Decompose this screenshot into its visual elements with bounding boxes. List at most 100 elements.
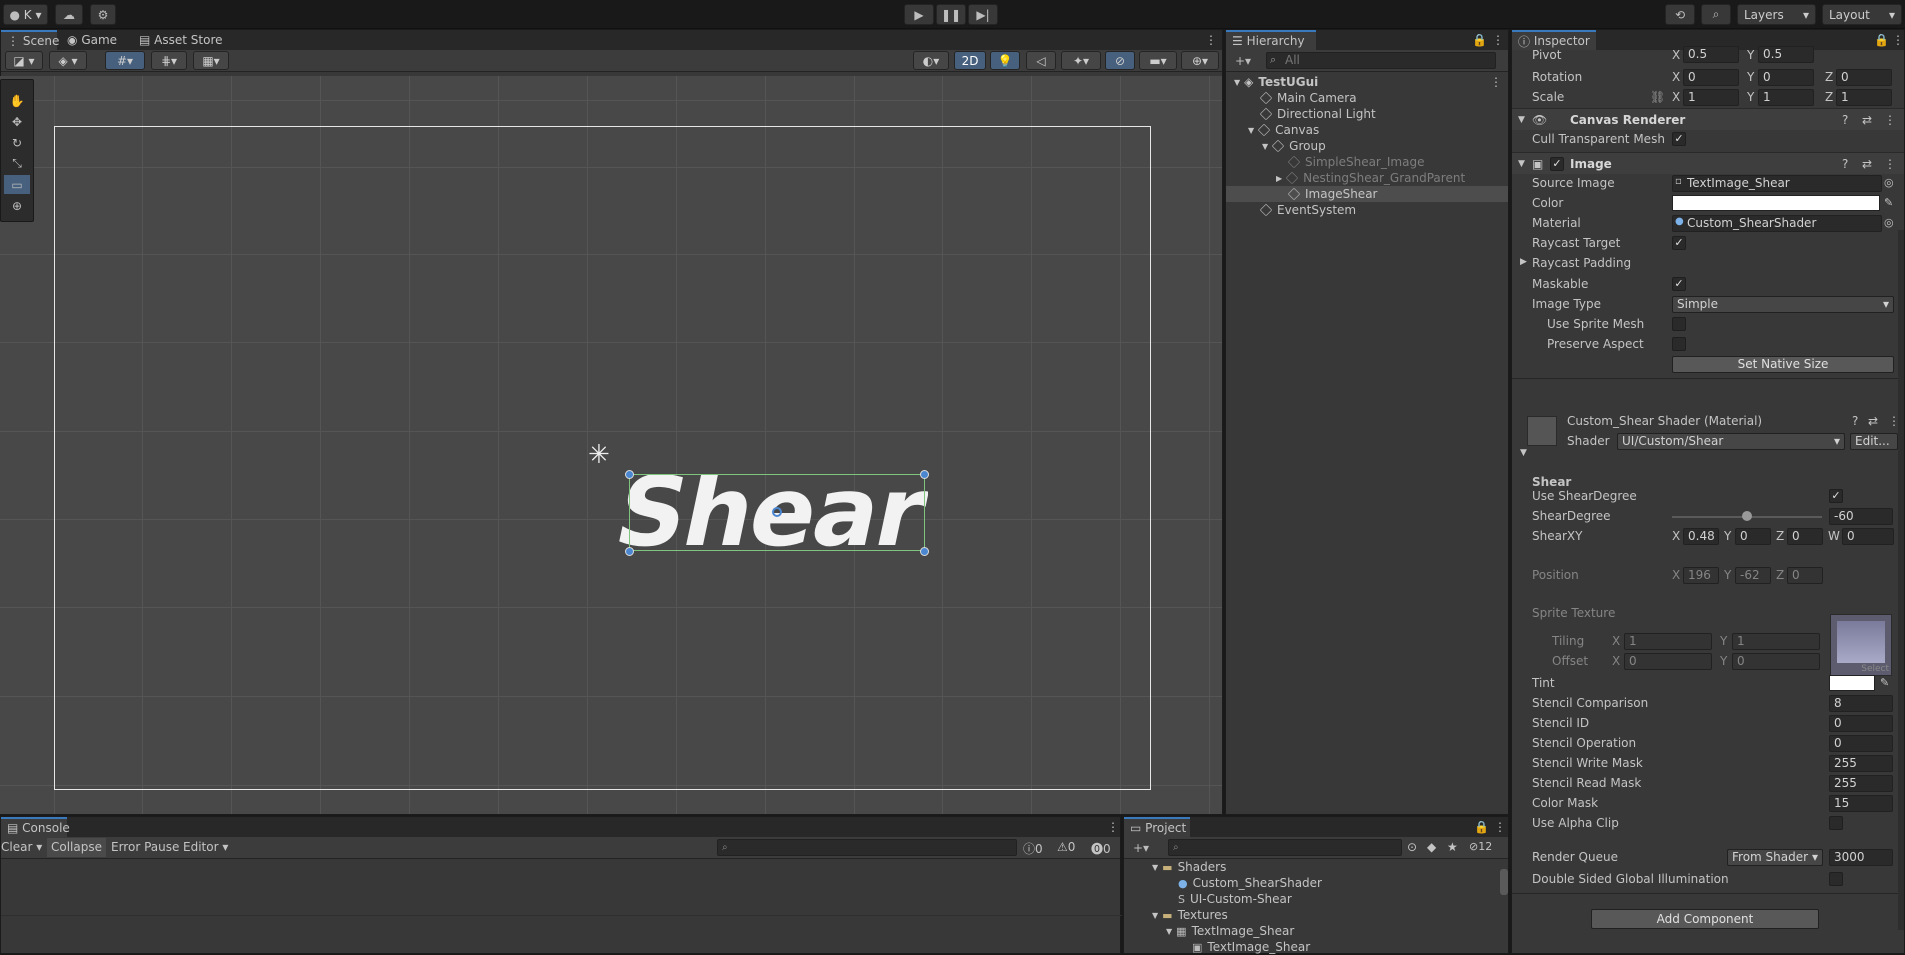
hierarchy-search-input[interactable]: All [1266,52,1496,69]
scale-y-field[interactable]: 1 [1758,89,1814,106]
inspector-menu-button[interactable]: ⋮ [1886,30,1904,50]
foldout-icon[interactable]: ▼ [1262,142,1268,151]
warning-count-toggle[interactable]: ⚠0 [1057,840,1075,854]
rect-handle[interactable] [625,470,634,479]
lock-button[interactable]: 🔒 [1466,30,1487,50]
rotate-tool-icon[interactable]: ↻ [4,133,30,152]
double-sided-gi-checkbox[interactable] [1829,872,1843,886]
create-asset-button[interactable]: +▾ [1127,839,1155,856]
scene-visibility-toggle[interactable]: ⊘ [1105,51,1135,70]
rect-handle[interactable] [920,470,929,479]
camera-dropdown[interactable]: ▬▾ [1139,51,1177,70]
preset-icon[interactable]: ⇄ [1862,157,1872,171]
use-alpha-clip-checkbox[interactable] [1829,816,1843,830]
log-count-toggle[interactable]: ⓘ0 [1023,840,1043,857]
hierarchy-item[interactable]: Main Camera [1226,90,1508,106]
stencil-property-field[interactable]: 0 [1829,735,1893,752]
material-field[interactable]: Custom_ShearShader [1672,215,1882,232]
kebab-icon[interactable]: ⋮ [1490,75,1502,89]
increment-snap-button[interactable]: ⋕▾ [151,51,187,70]
rotation-x-field[interactable]: 0 [1683,69,1739,86]
sprite-texture-thumbnail[interactable]: Select [1830,614,1892,676]
layout-dropdown[interactable]: Layout ▾ [1822,4,1902,25]
project-item[interactable]: ▼ ▬ Textures [1124,907,1496,923]
shear-degree-field[interactable]: -60 [1829,508,1893,525]
shear-degree-slider-thumb[interactable] [1742,511,1752,521]
project-item[interactable]: ▼ ▬ Shaders [1124,859,1496,875]
rect-handle[interactable] [625,547,634,556]
preset-icon[interactable]: ⇄ [1862,113,1872,127]
clear-dropdown[interactable]: Clear ▾ [1,840,42,854]
grid-snap-button[interactable]: #▾ [105,51,145,70]
stencil-property-field[interactable]: 8 [1829,695,1893,712]
maskable-checkbox[interactable]: ✓ [1672,277,1686,291]
foldout-icon[interactable]: ▼ [1166,927,1172,936]
stencil-property-field[interactable]: 255 [1829,775,1893,792]
hierarchy-item[interactable]: SimpleShear_Image [1226,154,1508,170]
scale-tool-icon[interactable]: ⤡ [4,154,30,173]
image-type-dropdown[interactable]: Simple ▾ [1672,296,1894,313]
cloud-button[interactable]: ☁ [55,4,83,25]
image-enabled-checkbox[interactable]: ✓ [1550,157,1564,171]
foldout-icon[interactable]: ▼ [1234,78,1240,87]
hierarchy-item[interactable]: ▶ NestingShear_GrandParent [1226,170,1508,186]
tab-inspector[interactable]: ⓘ Inspector [1512,30,1596,50]
project-item[interactable]: ▣ TextImage_Shear [1124,939,1496,955]
shear-z-field[interactable]: 0 [1787,528,1823,545]
tab-project[interactable]: ▭ Project [1124,817,1190,837]
object-picker-icon[interactable]: ◎ [1884,176,1894,189]
stencil-property-field[interactable]: 255 [1829,755,1893,772]
canvas-renderer-header[interactable]: ▼ 👁 Canvas Renderer ? ⇄ ⋮ [1512,108,1904,130]
constrain-proportions-icon[interactable]: ⛓ [1650,90,1665,104]
hierarchy-item[interactable]: ▼ Group [1226,138,1508,154]
tint-color-swatch[interactable] [1829,675,1875,691]
shear-x-field[interactable]: 0.48 [1683,528,1719,545]
stencil-property-field[interactable]: 15 [1829,795,1893,812]
lock-button[interactable]: 🔒 [1468,817,1489,837]
add-component-button[interactable]: Add Component [1591,909,1819,929]
color-swatch[interactable] [1672,195,1880,211]
rect-handle[interactable] [920,547,929,556]
kebab-icon[interactable]: ⋮ [1884,113,1896,127]
audio-toggle[interactable]: ◁ [1026,51,1056,70]
pivot-y-field[interactable]: 0.5 [1758,46,1814,63]
render-queue-field[interactable]: 3000 [1829,849,1893,866]
preset-icon[interactable]: ⇄ [1868,414,1878,428]
hierarchy-item[interactable]: Directional Light [1226,106,1508,122]
error-count-toggle[interactable]: ⓿0 [1091,840,1111,857]
rotation-y-field[interactable]: 0 [1758,69,1814,86]
transform-tool-icon[interactable]: ⊕ [4,196,30,215]
edit-shader-button[interactable]: Edit... [1850,433,1898,450]
search-button[interactable]: ⌕ [1701,4,1731,25]
shader-dropdown[interactable]: UI/Custom/Shear ▾ [1617,433,1845,450]
stencil-property-field[interactable]: 0 [1829,715,1893,732]
collapse-toggle[interactable]: Collapse [47,838,106,857]
set-native-size-button[interactable]: Set Native Size [1672,356,1894,373]
tab-console[interactable]: ▤ Console [1,817,70,837]
editor-dropdown[interactable]: Editor ▾ [183,840,228,854]
preserve-aspect-checkbox[interactable] [1672,337,1686,351]
tab-hierarchy[interactable]: ☰ Hierarchy [1226,30,1316,50]
rotation-z-field[interactable]: 0 [1836,69,1892,86]
pivot-x-field[interactable]: 0.5 [1683,46,1739,63]
foldout-icon[interactable]: ▶ [1520,257,1527,267]
hidden-packages-toggle[interactable]: ⊘12 [1469,840,1492,853]
console-search-input[interactable]: ⌕ [717,839,1017,856]
shading-dropdown[interactable]: ◈ ▾ [49,51,87,70]
orientation-button[interactable]: ◐▾ [913,51,949,70]
collab-button[interactable]: ⚙ [90,4,116,25]
image-header[interactable]: ▼ ▣ ✓ Image ? ⇄ ⋮ [1512,152,1904,174]
shear-y-field[interactable]: 0 [1735,528,1771,545]
account-dropdown[interactable]: ● K ▾ [3,4,48,25]
tab-scene[interactable]: ⋮ Scene [1,30,59,50]
toggle-2d-button[interactable]: 2D [954,51,986,70]
raycast-target-checkbox[interactable]: ✓ [1672,236,1686,250]
hand-tool-icon[interactable]: ✋ [4,91,30,110]
grid-visibility-button[interactable]: ▦▾ [193,51,229,70]
source-image-field[interactable]: TextImage_Shear [1672,175,1882,192]
foldout-icon[interactable]: ▼ [1152,863,1158,872]
cull-transparent-checkbox[interactable]: ✓ [1672,132,1686,146]
project-item[interactable]: ▼ ▦ TextImage_Shear [1124,923,1496,939]
project-menu-button[interactable]: ⋮ [1488,817,1508,837]
layers-dropdown[interactable]: Layers ▾ [1737,4,1816,25]
